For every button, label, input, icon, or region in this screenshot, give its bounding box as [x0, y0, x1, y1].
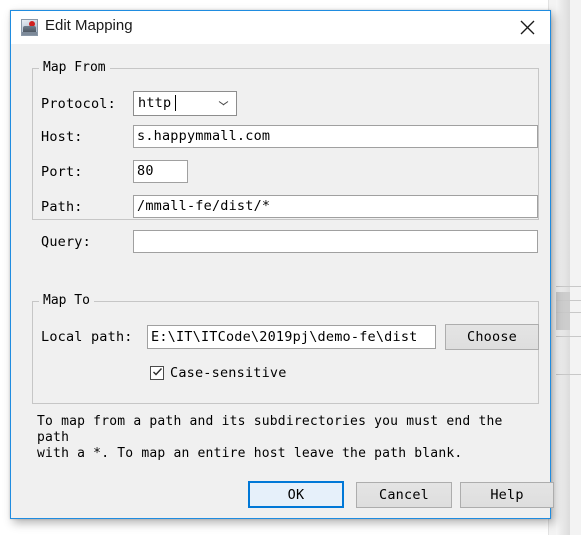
protocol-label: Protocol: — [41, 96, 116, 112]
check-icon — [153, 368, 162, 376]
choose-button[interactable]: Choose — [445, 324, 539, 350]
protocol-value: http — [138, 95, 172, 111]
dialog-titlebar[interactable]: Edit Mapping — [11, 11, 550, 45]
protocol-combobox[interactable]: http — [133, 91, 237, 116]
help-description: To map from a path and its subdirectorie… — [37, 414, 503, 461]
map-from-legend: Map From — [39, 61, 110, 75]
host-label: Host: — [41, 129, 83, 145]
case-sensitive-label: Case-sensitive — [170, 365, 287, 381]
background-divider — [556, 336, 581, 337]
checkbox-box[interactable] — [150, 366, 164, 380]
background-scrollbar-thumb[interactable] — [556, 292, 570, 330]
query-input[interactable] — [133, 230, 538, 253]
app-icon — [21, 19, 38, 36]
cancel-button[interactable]: Cancel — [356, 482, 452, 508]
ok-button[interactable]: OK — [248, 481, 344, 508]
path-label: Path: — [41, 199, 83, 215]
local-path-label: Local path: — [41, 329, 133, 345]
path-input[interactable]: /mmall-fe/dist/* — [133, 195, 538, 218]
query-label: Query: — [41, 234, 91, 250]
close-icon[interactable] — [505, 11, 550, 43]
background-divider — [556, 374, 581, 375]
background-divider — [556, 300, 581, 301]
local-path-input[interactable]: E:\IT\ITCode\2019pj\demo-fe\dist — [147, 325, 436, 349]
host-input[interactable]: s.happymmall.com — [133, 125, 538, 148]
chevron-down-icon[interactable] — [219, 101, 228, 106]
background-divider — [556, 312, 581, 313]
edit-mapping-dialog: Edit Mapping Map From Protocol: http Hos… — [10, 10, 554, 519]
map-to-legend: Map To — [39, 294, 94, 308]
port-label: Port: — [41, 164, 83, 180]
text-caret — [175, 95, 176, 111]
map-to-groupbox — [32, 301, 539, 404]
case-sensitive-checkbox[interactable]: Case-sensitive — [150, 365, 287, 381]
port-input[interactable]: 80 — [133, 160, 188, 183]
help-button[interactable]: Help — [460, 482, 554, 508]
dialog-title: Edit Mapping — [45, 17, 133, 34]
background-divider — [556, 286, 581, 287]
background-scrollbar-track[interactable] — [556, 0, 570, 535]
dialog-body: Map From Protocol: http Host: s.happymma… — [11, 44, 554, 518]
